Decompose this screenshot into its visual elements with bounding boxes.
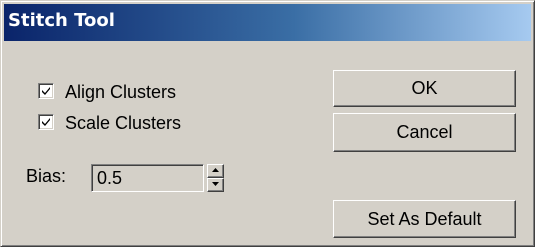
align-clusters-label: Align Clusters	[65, 82, 177, 102]
align-clusters-option[interactable]: Align Clusters	[38, 81, 218, 103]
title-bar[interactable]: Stitch Tool	[4, 4, 531, 41]
checkmark-icon	[42, 87, 50, 95]
cancel-button[interactable]: Cancel	[333, 113, 516, 152]
checkmark-icon	[42, 118, 50, 126]
scale-clusters-label: Scale Clusters	[65, 113, 182, 133]
align-clusters-checkbox[interactable]	[38, 83, 54, 99]
bias-label: Bias:	[26, 166, 67, 186]
spinner-down-button[interactable]	[207, 178, 224, 192]
bias-input[interactable]	[91, 164, 204, 192]
arrow-up-icon	[212, 168, 219, 172]
scale-clusters-option[interactable]: Scale Clusters	[38, 112, 218, 134]
ok-button[interactable]: OK	[333, 70, 516, 107]
set-as-default-button[interactable]: Set As Default	[333, 200, 516, 238]
dialog-title: Stitch Tool	[8, 10, 115, 31]
scale-clusters-checkbox[interactable]	[38, 114, 54, 130]
stitch-tool-dialog: Stitch Tool Align Clusters Scale Cluster…	[0, 0, 535, 247]
arrow-down-icon	[212, 182, 219, 186]
bias-spinner[interactable]	[207, 164, 224, 192]
spinner-up-button[interactable]	[207, 164, 224, 178]
